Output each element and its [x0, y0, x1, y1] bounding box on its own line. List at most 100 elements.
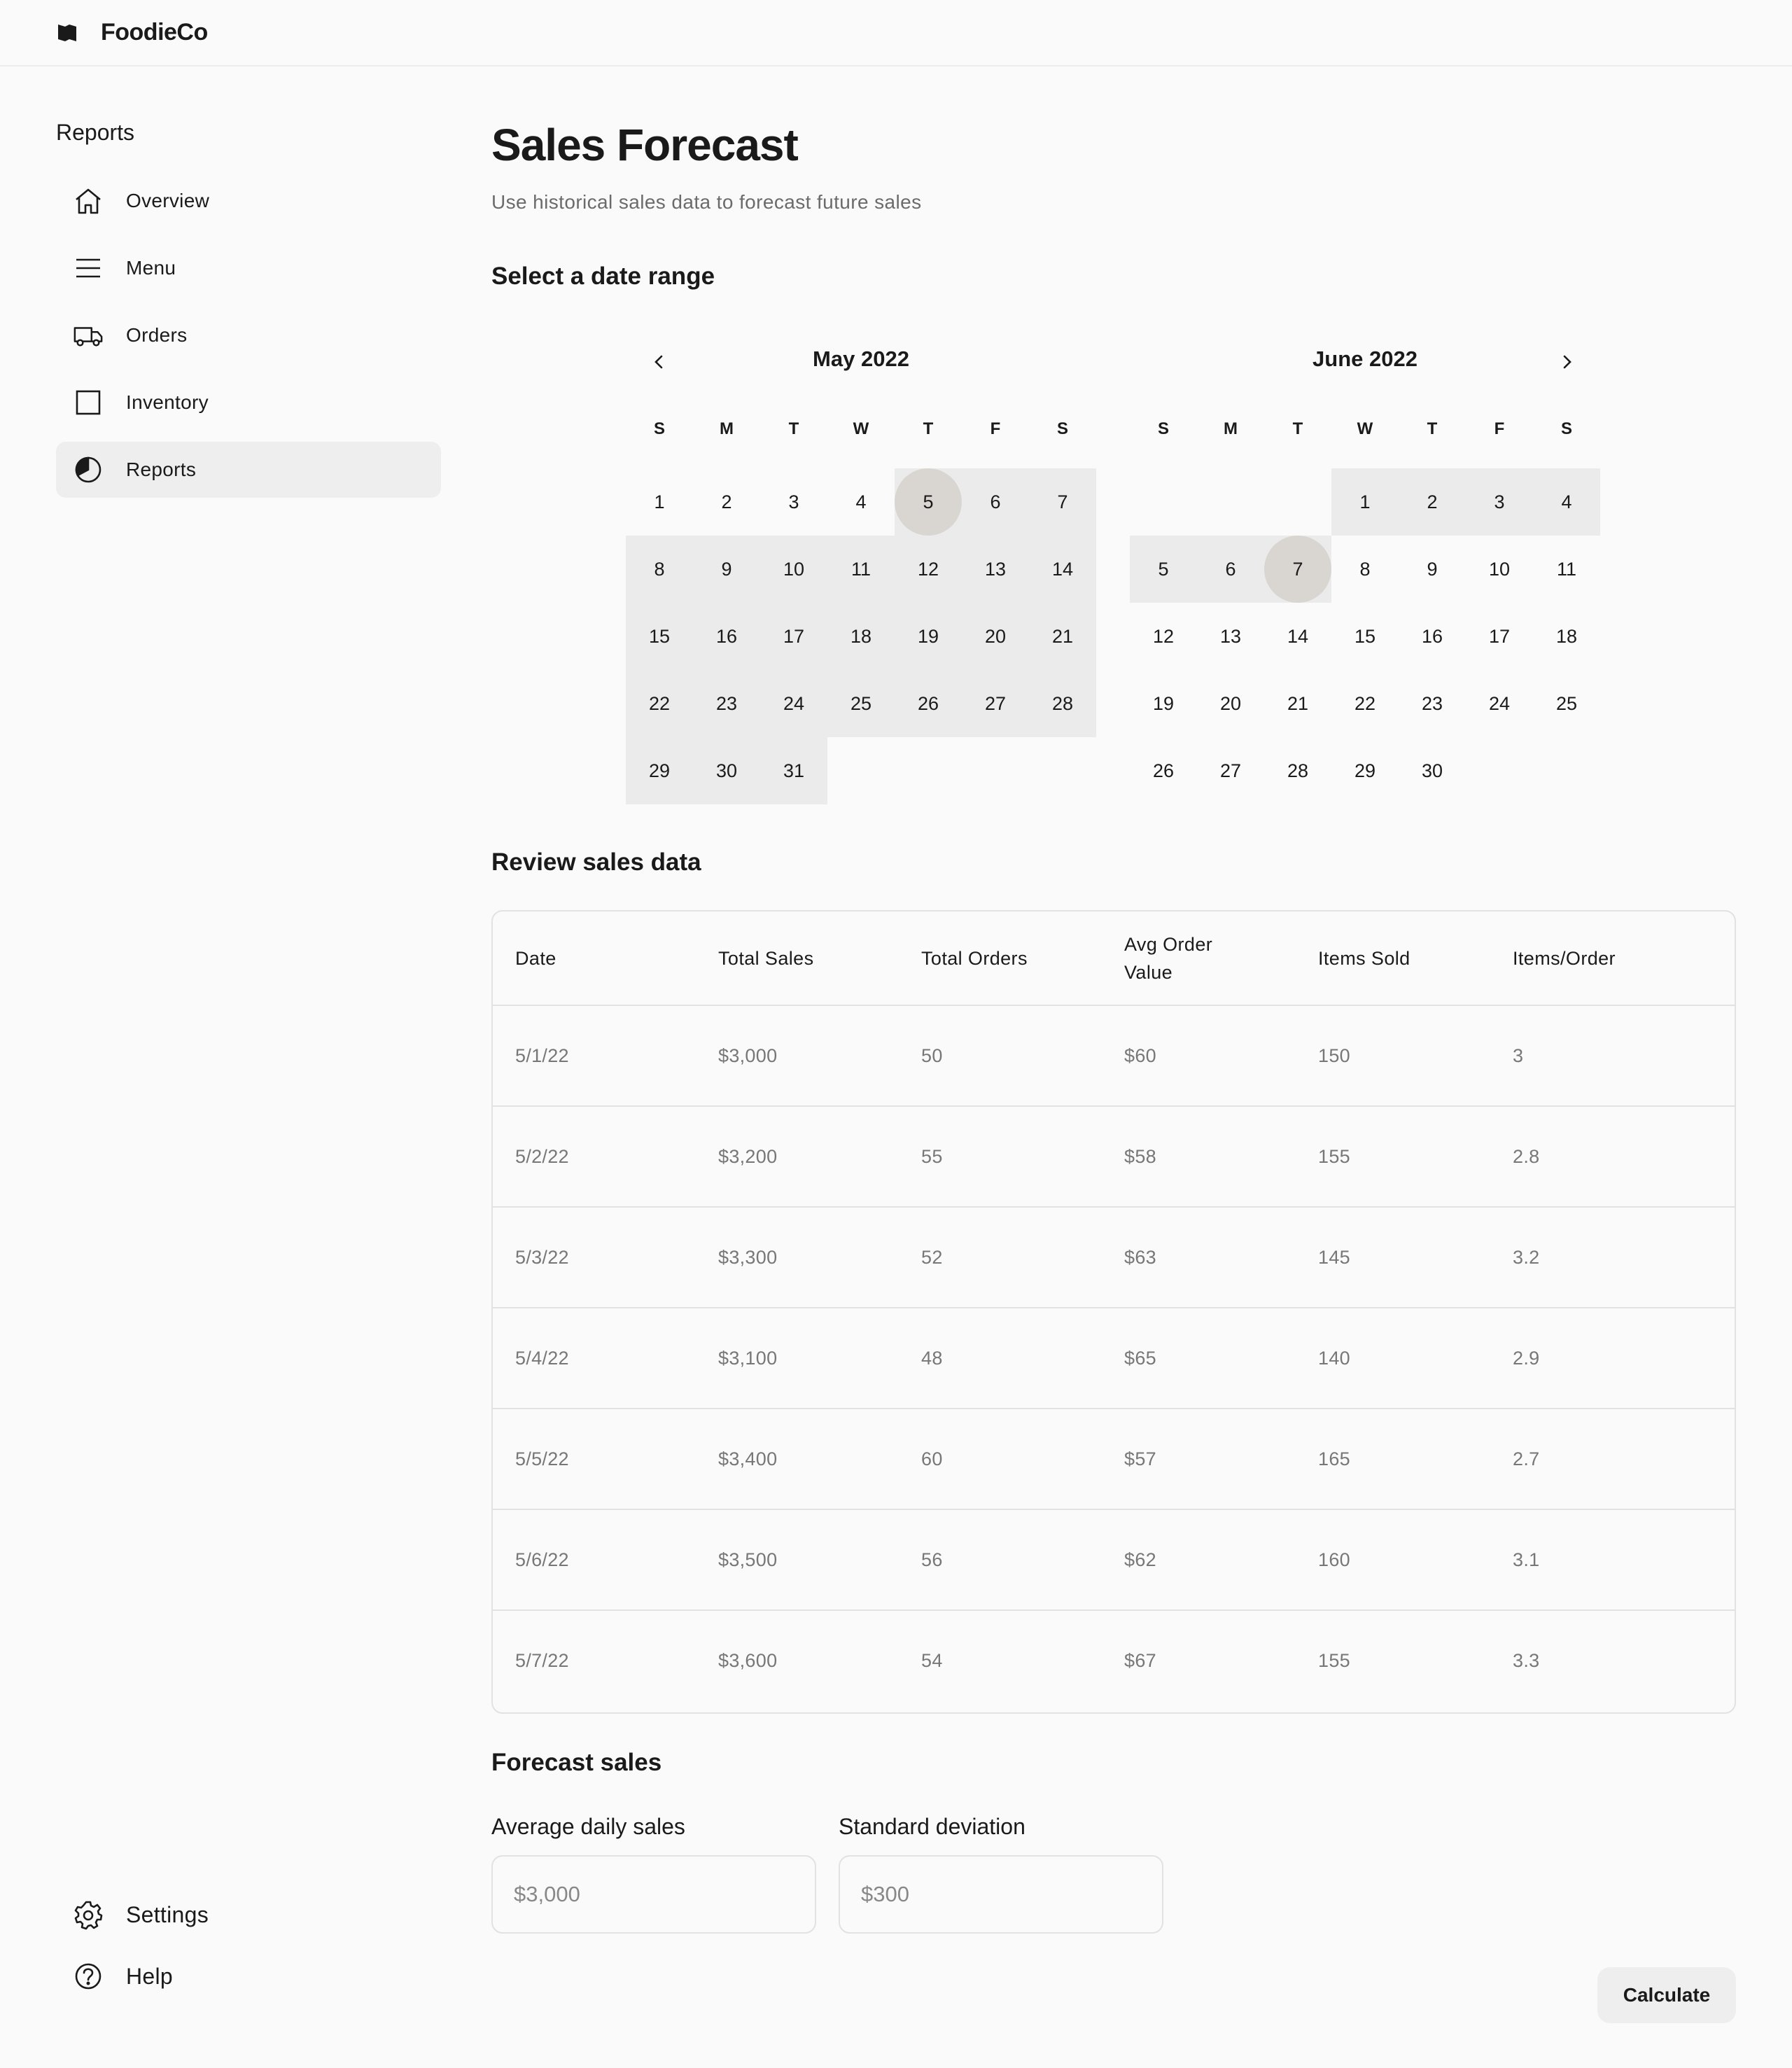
table-cell: 155 [1318, 1650, 1350, 1671]
calendar-day[interactable]: 11 [1533, 536, 1600, 603]
calendar-day[interactable]: 31 [760, 737, 827, 804]
calendar-day[interactable]: 6 [962, 468, 1029, 536]
calendar-day[interactable]: 13 [1197, 603, 1264, 670]
calendar-day[interactable]: 7 [1029, 468, 1096, 536]
calendar-day[interactable]: 12 [1130, 603, 1197, 670]
sidebar-item-inventory[interactable]: Inventory [56, 375, 441, 431]
calendar-day[interactable]: 2 [693, 468, 760, 536]
standard-deviation-label: Standard deviation [839, 1814, 1026, 1839]
calendar-day[interactable]: 23 [693, 670, 760, 737]
calendar-day[interactable]: 8 [626, 536, 693, 603]
table-cell: 2.8 [1490, 1106, 1735, 1208]
table-body: 5/1/22 $3,000 50 $60 150 3 5/2/22 $3,200 55 $58 15… [493, 1005, 1735, 1711]
calendar-day[interactable]: 10 [760, 536, 827, 603]
calendar-day[interactable]: 3 [760, 468, 827, 536]
truck-icon [73, 320, 104, 351]
column-header: Items/Order [1490, 911, 1735, 1006]
calendar-day[interactable]: 5 [1130, 536, 1197, 603]
calendar-month-label: May 2022 [813, 347, 909, 371]
table-cell: 52 [899, 1207, 1102, 1308]
table-cell: $3,000 [696, 1005, 899, 1107]
calendar-day[interactable]: 23 [1399, 670, 1466, 737]
table-row[interactable]: 5/7/22 $3,600 54 $67 155 3.3 [493, 1610, 1735, 1711]
sales-data-table: Date Total Sales Total Orders Avg Order Val… [491, 910, 1736, 1714]
table-cell: $3,200 [696, 1106, 899, 1208]
table-cell: 3 [1490, 1005, 1735, 1107]
calendar-day[interactable]: 19 [895, 603, 962, 670]
calendar-day[interactable]: 6 [1197, 536, 1264, 603]
calendar-day[interactable]: 19 [1130, 670, 1197, 737]
calendar-day[interactable]: 10 [1466, 536, 1533, 603]
calendar-day[interactable]: 30 [693, 737, 760, 804]
calendar-day[interactable]: 26 [1130, 737, 1197, 804]
calendar-day[interactable]: 24 [760, 670, 827, 737]
calendar-day[interactable]: 9 [693, 536, 760, 603]
calendar-day[interactable]: 9 [1399, 536, 1466, 603]
calendar-day[interactable]: 1 [626, 468, 693, 536]
sidebar-item-reports[interactable]: Reports [56, 442, 441, 498]
calendar-day[interactable]: 15 [626, 603, 693, 670]
calendar-day[interactable]: 29 [1331, 737, 1399, 804]
calendar-day[interactable]: 16 [693, 603, 760, 670]
sidebar-item-help[interactable]: Help [56, 1948, 441, 2004]
calendar-day[interactable]: 8 [1331, 536, 1399, 603]
calendar-day[interactable]: 14 [1264, 603, 1331, 670]
sidebar-item-menu[interactable]: Menu [56, 240, 441, 296]
table-cell: 155 [1296, 1106, 1490, 1208]
calendar-day[interactable]: 4 [827, 468, 895, 536]
standard-deviation-input[interactable] [839, 1855, 1163, 1934]
calendar-day[interactable]: 27 [962, 670, 1029, 737]
calendar-day[interactable]: 16 [1399, 603, 1466, 670]
calendar-day[interactable]: 27 [1197, 737, 1264, 804]
next-month-button[interactable] [1550, 345, 1583, 379]
calendar-day[interactable]: 20 [1197, 670, 1264, 737]
calendar-day[interactable]: 30 [1399, 737, 1466, 804]
calendar-day[interactable]: 11 [827, 536, 895, 603]
table-cell: 3.1 [1490, 1509, 1735, 1611]
calendar-day[interactable]: 26 [895, 670, 962, 737]
calendar-day[interactable]: 22 [626, 670, 693, 737]
column-header: Avg Order Value [1102, 911, 1296, 1006]
average-daily-sales-input[interactable] [491, 1855, 816, 1934]
calculate-button[interactable]: Calculate [1597, 1967, 1736, 2023]
table-row[interactable]: 5/4/22 $3,100 48 $65 140 2.9 [493, 1308, 1735, 1409]
calendar-day[interactable]: 2 [1399, 468, 1466, 536]
calendar-day[interactable]: 17 [760, 603, 827, 670]
calendar-day[interactable]: 28 [1264, 737, 1331, 804]
calendar-day[interactable]: 17 [1466, 603, 1533, 670]
sidebar-item-overview[interactable]: Overview [56, 173, 441, 229]
sidebar-item-orders[interactable]: Orders [56, 307, 441, 363]
calendar-day[interactable]: 21 [1029, 603, 1096, 670]
prev-month-button[interactable] [643, 345, 676, 379]
calendar-day[interactable]: 25 [827, 670, 895, 737]
calendar-day[interactable]: 20 [962, 603, 1029, 670]
calendar-day[interactable]: 3 [1466, 468, 1533, 536]
calendar-day[interactable]: 18 [1533, 603, 1600, 670]
sidebar-item-label: Help [126, 1963, 174, 1989]
table-row[interactable]: 5/6/22 $3,500 56 $62 160 3.1 [493, 1509, 1735, 1611]
calendar-day[interactable]: 1 [1331, 468, 1399, 536]
calendar-day[interactable]: 25 [1533, 670, 1600, 737]
calendar-day[interactable]: 15 [1331, 603, 1399, 670]
sidebar-item-settings[interactable]: Settings [56, 1887, 441, 1943]
table-row[interactable]: 5/3/22 $3,300 52 $63 145 3.2 [493, 1207, 1735, 1308]
calendar-day[interactable]: 18 [827, 603, 895, 670]
calendar-day[interactable]: 13 [962, 536, 1029, 603]
table-row[interactable]: 5/5/22 $3,400 60 $57 165 2.7 [493, 1409, 1735, 1510]
table-cell: 160 [1296, 1509, 1490, 1611]
calendar-day[interactable]: 12 [895, 536, 962, 603]
calendar-day[interactable]: 29 [626, 737, 693, 804]
brand-name[interactable]: FoodieCo [101, 19, 208, 46]
calendar-day[interactable]: 28 [1029, 670, 1096, 737]
sidebar-heading: Reports [56, 120, 135, 145]
table-row[interactable]: 5/2/22 $3,200 55 $58 155 2.8 [493, 1106, 1735, 1208]
calendar-day[interactable]: 24 [1466, 670, 1533, 737]
calendar-day[interactable]: 7 [1264, 536, 1331, 603]
calendar-day[interactable]: 22 [1331, 670, 1399, 737]
calendar-day[interactable]: 4 [1533, 468, 1600, 536]
table-row[interactable]: 5/1/22 $3,000 50 $60 150 3 [493, 1005, 1735, 1107]
calendar-day[interactable]: 5 [895, 468, 962, 536]
calendar-day[interactable]: 14 [1029, 536, 1096, 603]
sidebar-bottom-nav: Settings Help [56, 1887, 441, 2010]
calendar-day[interactable]: 21 [1264, 670, 1331, 737]
